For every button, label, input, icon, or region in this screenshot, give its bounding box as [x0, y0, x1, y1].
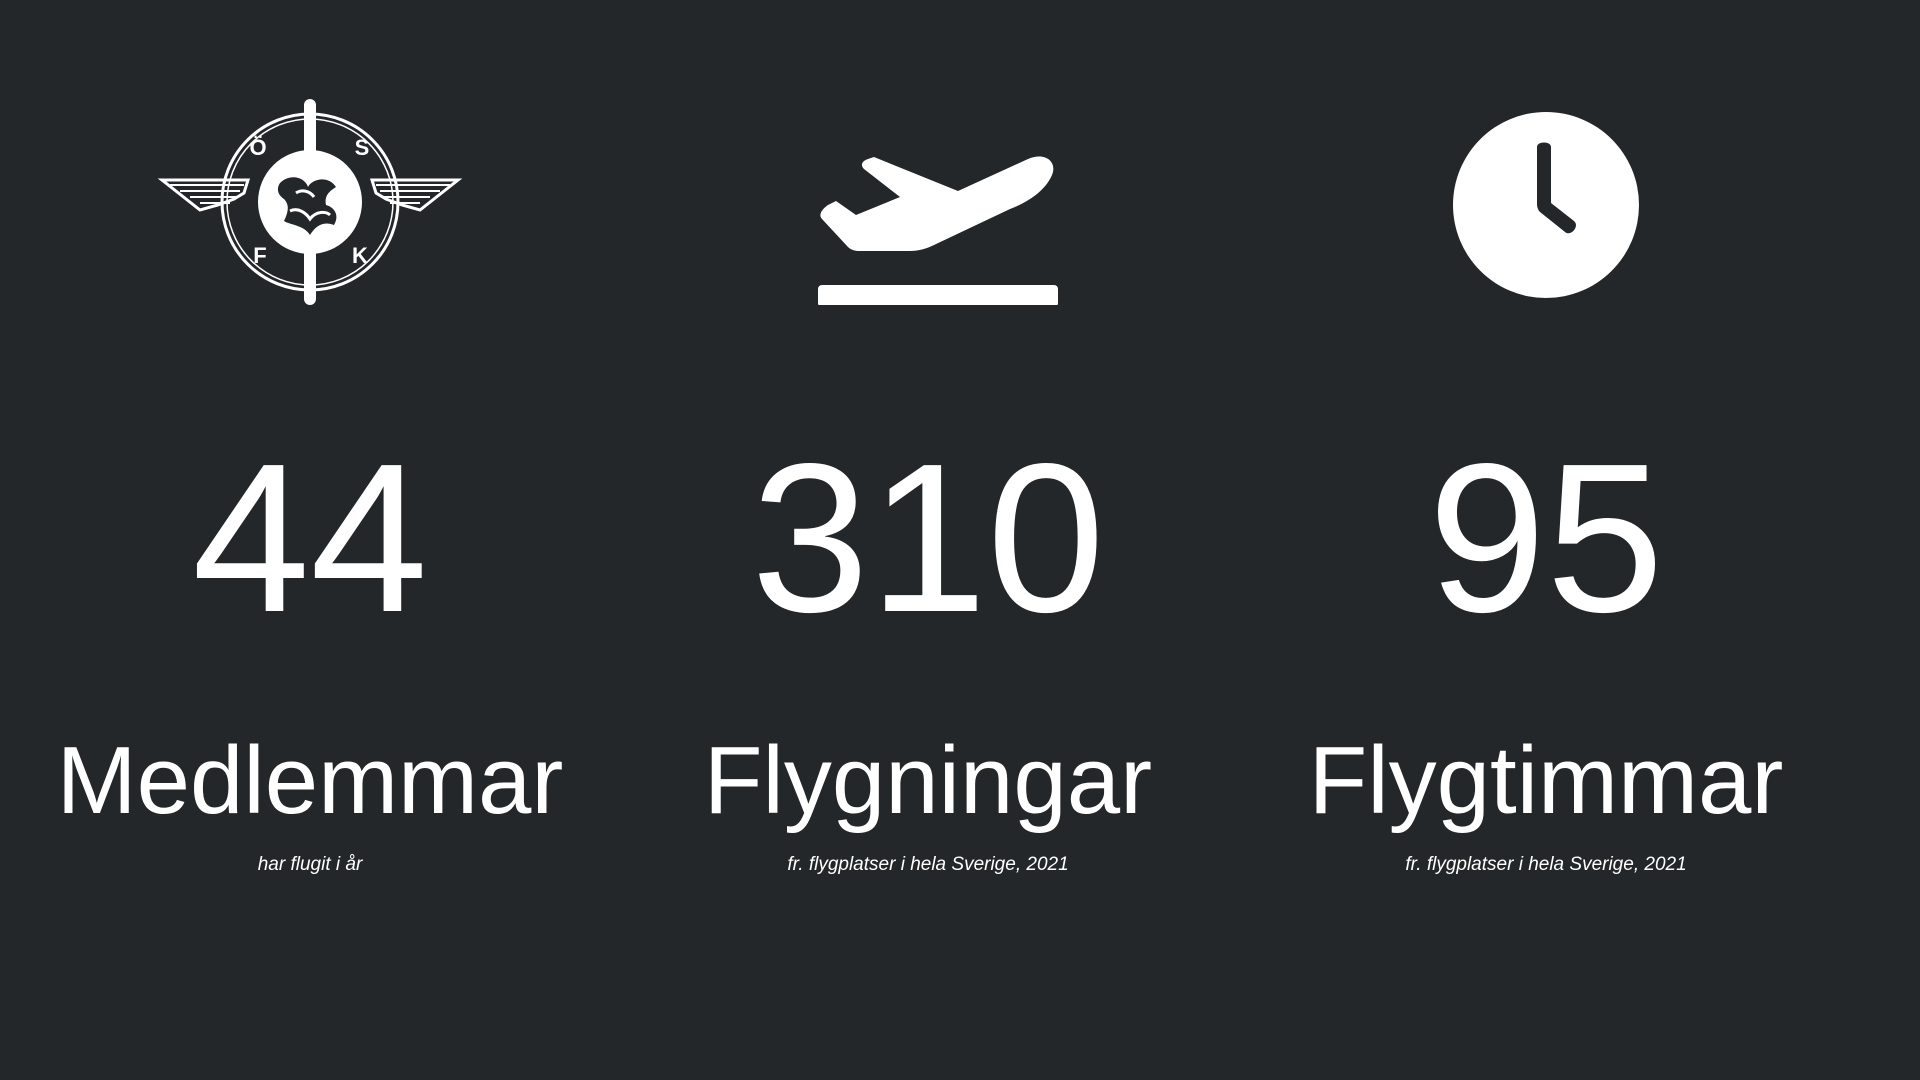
stats-dashboard: Ö S F K 44 Medlemmar har flugit i år 310… [0, 0, 1920, 1080]
stat-members: Ö S F K 44 Medlemmar har flugit i år [0, 0, 620, 1080]
svg-text:Ö: Ö [249, 135, 266, 160]
svg-text:S: S [355, 135, 370, 160]
stat-value-hours: 95 [1428, 419, 1664, 656]
stat-flights: 310 Flygningar fr. flygplatser i hela Sv… [618, 0, 1238, 1080]
svg-text:F: F [253, 243, 266, 268]
stat-caption-members: har flugit i år [257, 854, 363, 875]
airplane-takeoff-icon [618, 95, 1238, 315]
stat-caption-hours: fr. flygplatser i hela Sverige, 2021 [1405, 854, 1687, 875]
stat-caption-flights: fr. flygplatser i hela Sverige, 2021 [787, 854, 1069, 875]
stat-value-flights: 310 [751, 419, 1105, 656]
stat-label-hours: Flygtimmar [1308, 727, 1784, 834]
stat-label-members: Medlemmar [56, 727, 564, 834]
stat-hours: 95 Flygtimmar fr. flygplatser i hela Sve… [1236, 0, 1856, 1080]
stat-label-flights: Flygningar [703, 727, 1153, 834]
clock-icon [1236, 95, 1856, 315]
svg-text:K: K [352, 243, 368, 268]
club-logo-icon: Ö S F K [0, 95, 620, 315]
stat-value-members: 44 [192, 419, 428, 656]
